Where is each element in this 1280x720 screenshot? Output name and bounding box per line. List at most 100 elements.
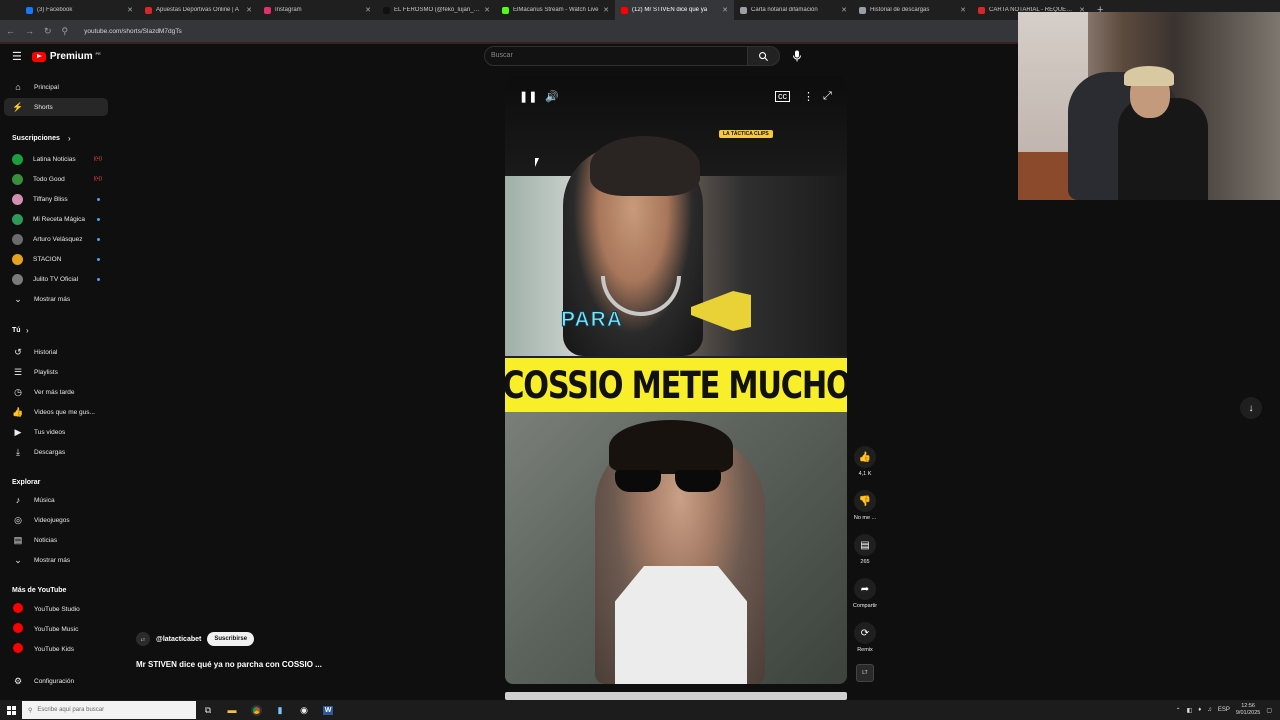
brand-name[interactable]: Premium PE <box>50 51 101 62</box>
sidebar-item[interactable]: ⤓ Descargas <box>4 443 108 461</box>
browser-tab[interactable]: (12) Mr STIVEN dice qué ya ✕ <box>615 0 734 20</box>
back-icon[interactable]: ← <box>6 26 15 36</box>
start-button[interactable] <box>0 700 22 720</box>
channel-avatar[interactable]: LT <box>136 632 150 646</box>
subscription-item[interactable]: Todo Good ((•)) <box>4 170 108 188</box>
sidebar-item[interactable]: ◎ Videojuegos <box>4 511 108 529</box>
menu-icon[interactable]: ☰ <box>12 50 22 63</box>
close-icon[interactable]: ✕ <box>484 6 490 14</box>
browser-tab[interactable]: (3) Facebook ✕ <box>20 0 139 20</box>
close-icon[interactable]: ✕ <box>127 6 133 14</box>
pause-icon[interactable]: ❚❚ <box>519 90 537 103</box>
sidebar-item-label: YouTube Kids <box>34 645 74 653</box>
word-icon[interactable]: W <box>316 700 340 720</box>
close-icon[interactable]: ✕ <box>960 6 966 14</box>
subscription-item[interactable]: Mi Receta Mágica <box>4 210 108 228</box>
subscription-item[interactable]: Arturo Velásquez <box>4 230 108 248</box>
obs-icon[interactable]: ◉ <box>292 700 316 720</box>
subscription-item[interactable]: Julito TV Oficial <box>4 270 108 288</box>
close-icon[interactable]: ✕ <box>722 6 728 14</box>
webcam-person-cap <box>1124 66 1174 86</box>
sidebar-section-title[interactable]: Suscripciones <box>12 135 60 142</box>
volume-icon[interactable]: ♫ <box>1207 707 1212 713</box>
close-icon[interactable]: ✕ <box>246 6 252 14</box>
search-button[interactable] <box>748 46 780 66</box>
microphone-icon[interactable]: ♦ <box>1198 707 1201 713</box>
action-button[interactable]: ➦ Compartir <box>846 578 884 609</box>
sidebar-item[interactable]: YouTube Kids <box>4 640 108 658</box>
sidebar-item[interactable]: YouTube Studio <box>4 600 108 618</box>
action-button[interactable]: ▤ 265 <box>846 534 884 565</box>
next-short-button[interactable]: ↓ <box>1240 397 1262 419</box>
close-icon[interactable]: ✕ <box>603 6 609 14</box>
action-button[interactable]: 👍 4,1 K <box>846 446 884 477</box>
notification-icon[interactable]: ▢ <box>1266 707 1272 714</box>
sidebar-item[interactable]: ◷ Ver más tarde <box>4 383 108 401</box>
more-options-icon[interactable]: ⋮ <box>803 90 814 103</box>
sidebar-item-label: Ver más tarde <box>34 388 75 396</box>
reload-icon[interactable]: ↻ <box>44 26 52 37</box>
close-icon[interactable]: ✕ <box>365 6 371 14</box>
sidebar-item[interactable]: 👍 Videos que me gus... <box>4 403 108 421</box>
sidebar-section-title[interactable]: Más de YouTube <box>12 587 66 594</box>
voice-search-button[interactable] <box>786 46 808 66</box>
subscription-item[interactable]: Tiffany Bliss <box>4 190 108 208</box>
site-info-icon[interactable]: ⚲ <box>62 26 69 37</box>
network-icon[interactable]: ◧ <box>1187 707 1193 714</box>
captions-icon[interactable]: cc <box>775 91 790 102</box>
sidebar-item[interactable]: ⌄ Mostrar más <box>4 551 108 569</box>
browser-tab[interactable]: Apuestas Deportivas Online | A ✕ <box>139 0 258 20</box>
sidebar-item-label: Mostrar más <box>34 556 71 564</box>
browser-tab[interactable]: EL FEROSMO (@feko_lujan_cari ✕ <box>377 0 496 20</box>
sidebar-item[interactable]: ☰ Playlists <box>4 363 108 381</box>
sidebar-section-title[interactable]: Tú <box>12 327 21 334</box>
forward-icon[interactable]: → <box>25 26 34 36</box>
language-indicator[interactable]: ESP <box>1218 707 1230 713</box>
next-video-preview[interactable] <box>505 692 847 700</box>
sidebar-item[interactable]: ⌂ Principal <box>4 78 108 96</box>
browser-tab[interactable]: ElMacarius Stream - Watch Live ✕ <box>496 0 615 20</box>
volume-icon[interactable]: 🔊 <box>545 90 559 103</box>
channel-handle[interactable]: @latacticabet <box>156 636 201 643</box>
subscription-item[interactable]: STACION <box>4 250 108 268</box>
search-input[interactable]: Buscar <box>484 46 748 66</box>
youtube-logo-icon[interactable] <box>31 51 46 62</box>
file-explorer-icon[interactable]: ▬ <box>220 700 244 720</box>
sidebar-item-label: Principal <box>34 83 59 91</box>
sidebar-item[interactable]: ⚡ Shorts <box>4 98 108 116</box>
sidebar-item[interactable]: ▤ Noticias <box>4 531 108 549</box>
tray-chevron-icon[interactable]: ⌃ <box>1176 707 1181 714</box>
channel-watermark: LA TÁCTICA CLIPS <box>719 130 773 138</box>
fullscreen-icon[interactable]: ⤢ <box>823 90 832 103</box>
subscription-item[interactable]: Latina Noticias ((•)) <box>4 150 108 168</box>
channel-avatar <box>12 173 23 185</box>
subscribe-button[interactable]: Suscribirse <box>207 632 255 646</box>
notepad-icon[interactable]: ▮ <box>268 700 292 720</box>
sidebar-item[interactable]: ▶ Tus videos <box>4 423 108 441</box>
region-code: PE <box>95 51 101 56</box>
browser-tab[interactable]: Historial de descargas ✕ <box>853 0 972 20</box>
browser-tab[interactable]: Instagram ✕ <box>258 0 377 20</box>
channel-thumbnail[interactable]: LT <box>856 664 874 682</box>
video-title[interactable]: Mr STIVEN dice qué ya no parcha con COSS… <box>136 660 322 669</box>
sidebar-item[interactable]: ♪ Música <box>4 491 108 509</box>
sidebar-item[interactable]: YouTube Music <box>4 620 108 638</box>
taskbar-search[interactable]: ⚲ Escribe aquí para buscar <box>22 701 196 719</box>
action-button[interactable]: ⟳ Remix <box>846 622 884 653</box>
action-button[interactable]: 👎 No me ... <box>846 490 884 521</box>
sidebar-item[interactable]: ⌄ Mostrar más <box>4 290 108 308</box>
sidebar-item[interactable]: ↺ Historial <box>4 343 108 361</box>
shorts-icon: ⚡ <box>12 101 24 112</box>
sidebar-section-title[interactable]: Explorar <box>12 479 40 486</box>
chrome-icon[interactable] <box>244 700 268 720</box>
task-view-icon[interactable]: ⧉ <box>196 700 220 720</box>
mouse-cursor-icon <box>535 158 539 167</box>
new-content-dot <box>97 277 100 281</box>
browser-tab[interactable]: Carta notarial difamación ✕ <box>734 0 853 20</box>
url-field[interactable]: youtube.com/shorts/SlazdM7dgTs <box>84 28 182 35</box>
shorts-video-player[interactable]: LA TÁCTICA CLIPS PARA COSSIO METE MUCHO … <box>505 76 847 684</box>
clock[interactable]: 12:56 9/01/2025 <box>1236 703 1260 717</box>
sidebar-item[interactable]: ⚙ Configuración <box>4 672 108 690</box>
close-icon[interactable]: ✕ <box>841 6 847 14</box>
new-content-dot <box>97 257 100 261</box>
